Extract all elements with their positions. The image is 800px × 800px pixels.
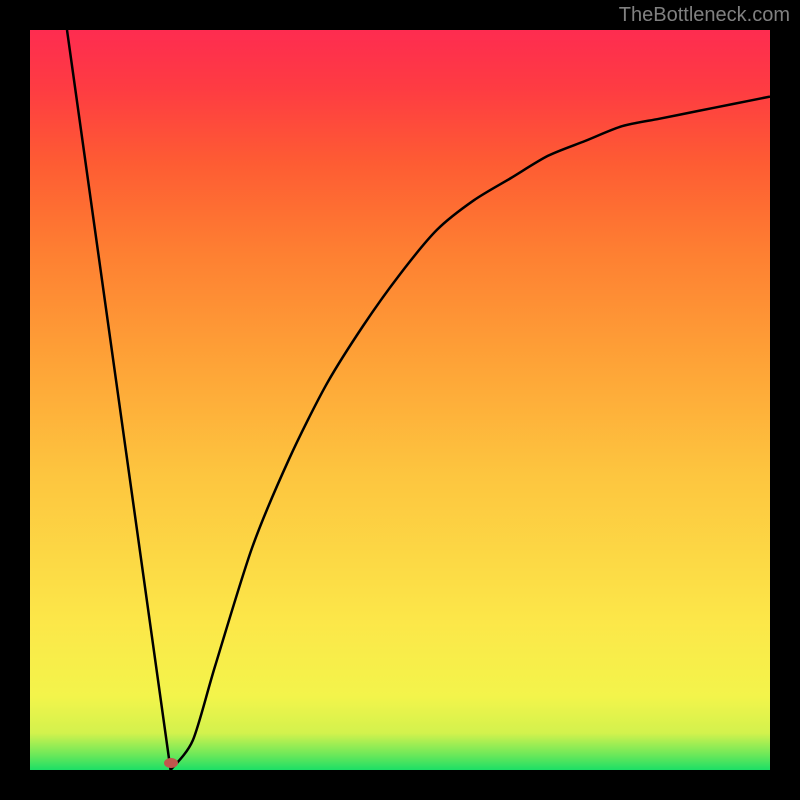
chart-container: TheBottleneck.com xyxy=(0,0,800,800)
watermark-text: TheBottleneck.com xyxy=(619,4,790,27)
bottleneck-curve xyxy=(67,30,770,770)
optimum-marker xyxy=(164,758,178,768)
plot-area xyxy=(30,30,770,770)
curve-svg xyxy=(30,30,770,770)
